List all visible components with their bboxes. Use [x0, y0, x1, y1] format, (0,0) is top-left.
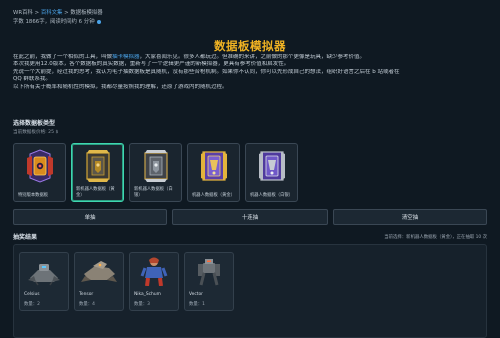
reading-stats: 字数 1866字，阅读时间约 6 分钟 — [13, 19, 95, 25]
result-card-vector: Vector 数量：1 — [184, 252, 234, 311]
board-card-label: 机器人数据板（白银） — [250, 192, 293, 198]
intro-paragraph: QQ 群联系我。 — [13, 76, 51, 83]
page-title: 数据板模拟器 — [214, 39, 286, 53]
nika-schum-pilot-icon — [140, 257, 168, 286]
result-name: Nika_Schum — [134, 292, 161, 297]
intro-paragraph: 先说一个大前提，经过我的思考，我认为毛子抽数据板是真随机，没有那些合枪机制。如果… — [13, 68, 400, 75]
intro-paragraph: 本次我更用12.0版本，各个数据板的真实数据，重新写了一个逻辑更严谨的新模拟器，… — [13, 61, 290, 68]
board-card-gold[interactable]: 机器人数据板（黄金） — [187, 143, 240, 202]
result-name: Celsius — [24, 292, 40, 297]
board-card-special[interactable]: 特别版本数据板 — [13, 143, 66, 202]
board-card-label: 新机器人数据板（黄金） — [76, 187, 115, 198]
gacha-simulator-link[interactable]: 抽卡模拟器 — [112, 54, 140, 60]
intro-text-segment: 在此之前，我做了一个相似的工具，叫做 — [13, 54, 113, 60]
new-silver-board-icon — [143, 150, 168, 182]
result-name: Vector — [189, 292, 203, 297]
new-gold-board-icon — [85, 150, 110, 182]
status-dot-icon — [97, 19, 102, 24]
results-panel: Celsius 数量：2 Tensor 数量：4 Nika_Schum 数量：3 — [13, 244, 487, 338]
result-name: Tensor — [79, 292, 94, 297]
gold-board-icon — [200, 151, 227, 181]
board-card-new-silver[interactable]: 新机器人数据板（白银） — [129, 143, 182, 202]
board-card-new-gold[interactable]: 新机器人数据板（黄金） — [71, 143, 124, 202]
draw-status-text: 当前选择：新机器人数据板（黄金），正在抽取 10 次 — [384, 235, 487, 240]
breadcrumb-separator: > — [32, 10, 41, 16]
silver-board-icon — [258, 151, 285, 181]
result-count: 数量：2 — [24, 302, 40, 307]
vector-robot-icon — [198, 259, 220, 286]
breadcrumb-current: 数据板模拟器 — [70, 10, 103, 16]
intro-text-segment: ，大家喜闻乐见。很多人都玩过。但准确的来讲，之前做的那个更像是玩具，缺少参考价值… — [139, 54, 366, 60]
article-meta: 字数 1866字，阅读时间约 6 分钟 — [13, 17, 102, 25]
board-card-list: 特别版本数据板 新机器人数据板（黄金） 新机器人数据板（白银） 机器人数据板（黄… — [13, 143, 298, 202]
ten-draw-button[interactable]: 十连抽 — [172, 209, 328, 225]
results-heading: 抽奖结果 — [13, 234, 38, 241]
intro-paragraph: 在此之前，我做了一个相似的工具，叫做抽卡模拟器，大家喜闻乐见。很多人都玩过。但准… — [13, 54, 487, 61]
result-card-tensor: Tensor 数量：4 — [74, 252, 124, 311]
tensor-robot-icon — [81, 261, 117, 282]
result-count: 数量：4 — [79, 302, 95, 307]
result-count: 数量：3 — [134, 302, 150, 307]
board-card-silver[interactable]: 机器人数据板（白银） — [245, 143, 298, 202]
result-count: 数量：1 — [189, 302, 205, 307]
result-card-celsius: Celsius 数量：2 — [19, 252, 69, 311]
intro-text: 在此之前，我做了一个相似的工具，叫做抽卡模拟器，大家喜闻乐见。很多人都玩过。但准… — [13, 54, 487, 91]
intro-paragraph: 以下所有关于概率和随机性的模拟，我都尽量按照我的理解，还原了游戏内的随机过程。 — [13, 83, 228, 90]
breadcrumb: WR百科 > 百科文集 > 数据板模拟器 — [13, 8, 103, 16]
breadcrumb-home-link[interactable]: WR百科 — [13, 10, 33, 16]
breadcrumb-section-link[interactable]: 百科文集 — [41, 10, 63, 16]
board-card-label: 新机器人数据板（白银） — [134, 187, 173, 198]
board-card-label: 机器人数据板（黄金） — [192, 192, 235, 198]
result-card-nika-schum: Nika_Schum 数量：3 — [129, 252, 179, 311]
single-draw-button[interactable]: 单抽 — [13, 209, 167, 225]
current-board-price: 当前数据板价格: 25 $ — [13, 130, 59, 135]
select-board-heading: 选择数据板类型 — [13, 120, 56, 127]
board-card-label: 特别版本数据板 — [18, 192, 49, 198]
celsius-robot-icon — [28, 264, 60, 286]
special-board-icon — [26, 149, 53, 183]
clear-results-button[interactable]: 清空抽 — [333, 209, 487, 225]
